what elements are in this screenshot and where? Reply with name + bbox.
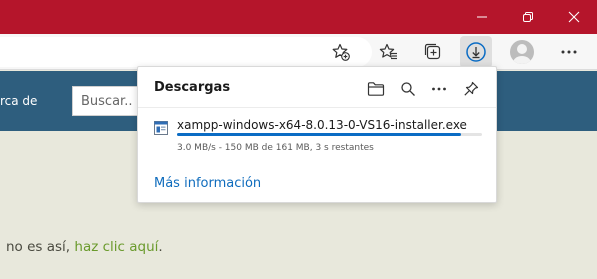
more-info-link[interactable]: Más información [154, 176, 261, 191]
flyout-divider [138, 107, 496, 108]
downloads-icon [466, 42, 486, 62]
browser-toolbar [0, 34, 597, 70]
download-item[interactable]: xampp-windows-x64-8.0.13-0-VS16-installe… [146, 111, 488, 157]
search-downloads-button[interactable] [394, 75, 422, 103]
add-favorite-icon [332, 43, 350, 61]
profile-icon [510, 40, 534, 64]
profile-button[interactable] [506, 36, 538, 68]
downloads-button[interactable] [460, 36, 492, 68]
address-bar[interactable] [0, 37, 372, 67]
open-downloads-folder-button[interactable] [362, 75, 390, 103]
file-icon [154, 121, 168, 135]
restore-icon [523, 12, 533, 22]
body-text-suffix: . [158, 239, 163, 255]
minimize-button[interactable] [459, 0, 505, 34]
click-here-link[interactable]: haz clic aquí [74, 239, 158, 255]
search-label: rca de [0, 94, 38, 108]
pin-icon [464, 81, 479, 96]
download-filename: xampp-windows-x64-8.0.13-0-VS16-installe… [177, 118, 467, 132]
download-progress-bar [177, 133, 482, 136]
collections-icon [424, 43, 441, 60]
download-progress-fill [177, 133, 461, 136]
body-text-prefix: no es así, [6, 239, 75, 255]
add-favorite-button[interactable] [325, 36, 357, 68]
more-icon [432, 87, 446, 91]
downloads-more-options-button[interactable] [425, 75, 453, 103]
body-text: no es así, haz clic aquí. [6, 239, 163, 255]
close-icon [568, 11, 580, 23]
collections-button[interactable] [417, 36, 449, 68]
minimize-icon [477, 16, 487, 18]
title-bar [0, 0, 597, 34]
download-status: 3.0 MB/s - 150 MB de 161 MB, 3 s restant… [177, 143, 374, 153]
downloads-title: Descargas [154, 80, 231, 95]
settings-and-more-button[interactable] [553, 36, 585, 68]
downloads-flyout: Descargas xampp-windows-x64-8.0.13-0-VS1… [137, 66, 497, 203]
search-icon [401, 82, 415, 96]
more-icon [561, 50, 577, 54]
folder-icon [367, 82, 385, 96]
pin-downloads-button[interactable] [457, 75, 485, 103]
close-window-button[interactable] [551, 0, 597, 34]
favorites-button[interactable] [373, 36, 405, 68]
favorites-icon [379, 43, 397, 60]
restore-button[interactable] [505, 0, 551, 34]
